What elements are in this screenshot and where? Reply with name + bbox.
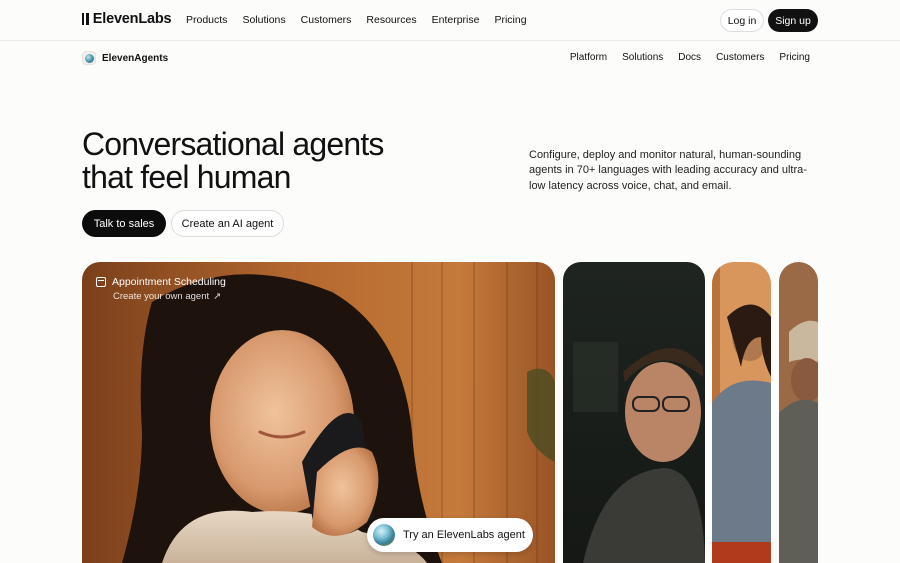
- agent-card-woman[interactable]: [712, 262, 771, 563]
- elevenagents-orb-icon: [82, 51, 96, 65]
- card-label: Appointment Scheduling Create your own a…: [96, 276, 226, 302]
- product-name: ElevenAgents: [102, 52, 169, 64]
- hero-headline: Conversational agents that feel human: [82, 128, 442, 194]
- calendar-icon: [96, 277, 106, 287]
- try-agent-button[interactable]: Try an ElevenLabs agent: [367, 518, 533, 552]
- orb-icon: [373, 524, 395, 546]
- nav-item-customers[interactable]: Customers: [301, 14, 352, 26]
- nav-item-enterprise[interactable]: Enterprise: [432, 14, 480, 26]
- nav-item-products[interactable]: Products: [186, 14, 227, 26]
- nav-item-pricing[interactable]: Pricing: [494, 14, 526, 26]
- create-agent-button[interactable]: Create an AI agent: [171, 210, 284, 237]
- product-menu: Platform Solutions Docs Customers Pricin…: [570, 52, 810, 63]
- subnav-item-customers[interactable]: Customers: [716, 52, 764, 63]
- signup-button[interactable]: Sign up: [768, 9, 818, 32]
- talk-to-sales-button[interactable]: Talk to sales: [82, 210, 166, 237]
- try-agent-label: Try an ElevenLabs agent: [403, 529, 525, 541]
- nav-item-solutions[interactable]: Solutions: [242, 14, 285, 26]
- login-button[interactable]: Log in: [720, 9, 764, 32]
- subnav-item-docs[interactable]: Docs: [678, 52, 701, 63]
- elevenlabs-logo[interactable]: ElevenLabs: [82, 11, 172, 27]
- product-subnav: ElevenAgents Platform Solutions Docs Cus…: [0, 41, 900, 75]
- man-with-glasses-image: [563, 262, 705, 563]
- headline-line-1: Conversational agents: [82, 126, 384, 162]
- logo-bars-icon: [82, 13, 89, 25]
- top-navigation: ElevenLabs Products Solutions Customers …: [0, 0, 900, 41]
- subnav-item-solutions[interactable]: Solutions: [622, 52, 663, 63]
- agent-card-man[interactable]: [563, 262, 705, 563]
- subnav-item-pricing[interactable]: Pricing: [779, 52, 810, 63]
- man-in-beanie-image: [779, 262, 818, 563]
- hero-description: Configure, deploy and monitor natural, h…: [529, 149, 807, 192]
- card-link-text: Create your own agent: [113, 291, 210, 302]
- arrow-up-right-icon: ↗: [213, 291, 222, 302]
- create-own-agent-link[interactable]: Create your own agent ↗: [113, 291, 226, 302]
- main-menu: Products Solutions Customers Resources E…: [186, 14, 527, 26]
- product-home-link[interactable]: ElevenAgents: [82, 51, 168, 65]
- subnav-item-platform[interactable]: Platform: [570, 52, 607, 63]
- card-title: Appointment Scheduling: [112, 276, 226, 288]
- nav-item-resources[interactable]: Resources: [366, 14, 416, 26]
- logo-text: ElevenLabs: [92, 11, 172, 27]
- agent-card-man-beanie[interactable]: [779, 262, 818, 563]
- headline-line-2: that feel human: [82, 159, 291, 195]
- woman-with-phone-image: [712, 262, 771, 563]
